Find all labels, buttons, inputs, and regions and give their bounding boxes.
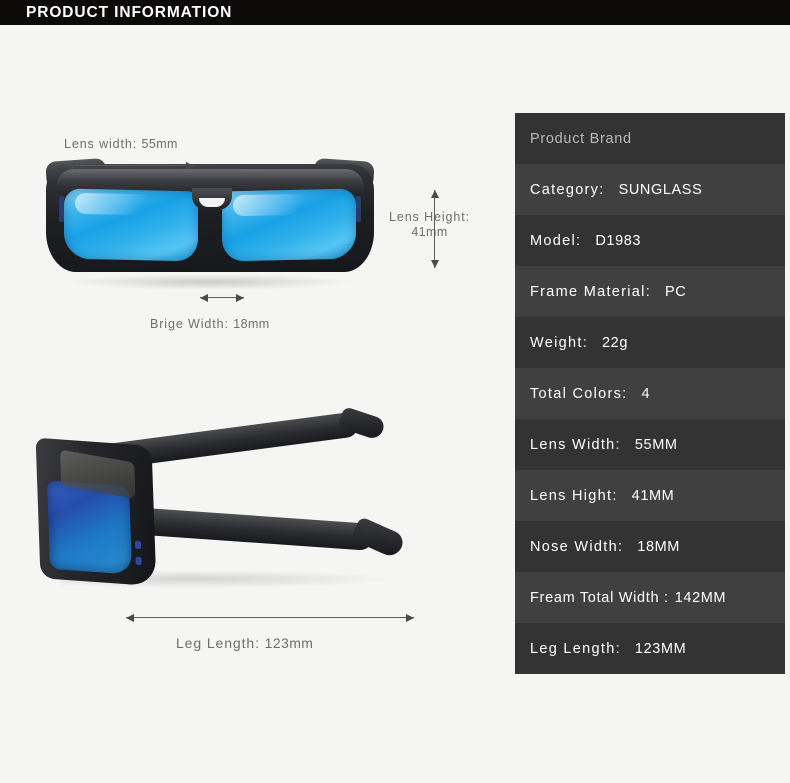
spec-key: Leg Length: bbox=[530, 640, 621, 657]
side-frame-front bbox=[35, 437, 157, 587]
table-row: Lens Width: 55MM bbox=[515, 419, 785, 470]
spec-key: Category: bbox=[530, 181, 605, 198]
table-row: Lens Hight: 41MM bbox=[515, 470, 785, 521]
front-view-shadow bbox=[64, 274, 354, 290]
page-title: PRODUCT INFORMATION bbox=[26, 4, 233, 21]
specification-table: Product Brand Category: SUNGLASS Model: … bbox=[515, 113, 785, 674]
lens-right bbox=[222, 188, 356, 262]
spec-value: D1983 bbox=[595, 232, 642, 249]
product-illustration-column: Lens width: 55mm Lens Height: 41mm Brige… bbox=[0, 25, 500, 783]
hinge-left-icon bbox=[59, 196, 64, 222]
lens-height-arrow-icon bbox=[430, 190, 439, 268]
lens-right-glint bbox=[232, 193, 338, 217]
bridge-width-annotation: Brige Width: 18mm bbox=[150, 317, 270, 331]
hinge-right-icon bbox=[356, 196, 361, 222]
spec-key: Total Colors: bbox=[530, 385, 628, 402]
spec-value: 41MM bbox=[631, 487, 675, 504]
spec-value: SUNGLASS bbox=[618, 181, 703, 198]
lens-width-arrow-icon bbox=[68, 161, 194, 170]
front-frame bbox=[46, 164, 374, 272]
lens-width-annotation-label: Lens width: bbox=[64, 137, 138, 151]
bridge-width-annotation-value: 18mm bbox=[233, 317, 270, 331]
spec-key: Fream Total Width : bbox=[530, 589, 669, 606]
spec-value: 18MM bbox=[637, 538, 680, 555]
nose-bridge bbox=[192, 188, 232, 210]
table-row: Model: D1983 bbox=[515, 215, 785, 266]
lens-width-annotation-value: 55mm bbox=[141, 137, 178, 151]
sunglasses-side-view-image bbox=[30, 411, 430, 590]
spec-value: 123MM bbox=[634, 640, 687, 657]
spec-key: Lens Width: bbox=[530, 436, 621, 453]
spec-key: Frame Material: bbox=[530, 283, 652, 300]
lens-height-annotation-value: 41mm bbox=[411, 225, 448, 239]
spec-key: Lens Hight: bbox=[530, 487, 618, 504]
product-information-page: PRODUCT INFORMATION Lens width: 55mm Len… bbox=[0, 0, 790, 783]
lens-left-glint bbox=[74, 193, 180, 217]
spec-key: Nose Width: bbox=[530, 538, 624, 555]
table-row: Weight: 22g bbox=[515, 317, 785, 368]
table-row: Product Brand bbox=[515, 113, 785, 164]
leg-length-arrow-icon bbox=[126, 613, 414, 622]
spec-value: 142MM bbox=[674, 589, 727, 606]
spec-key: Model: bbox=[530, 232, 582, 249]
spec-value: 22g bbox=[602, 334, 628, 351]
lens-height-annotation: Lens Height: 41mm bbox=[389, 210, 470, 240]
table-row: Fream Total Width : 142MM bbox=[515, 572, 785, 623]
table-row: Frame Material: PC bbox=[515, 266, 785, 317]
table-row: Category: SUNGLASS bbox=[515, 164, 785, 215]
spec-value: PC bbox=[665, 283, 687, 300]
lens-left bbox=[64, 188, 198, 262]
table-row: Nose Width: 18MM bbox=[515, 521, 785, 572]
lens-height-annotation-label: Lens Height: bbox=[389, 210, 470, 224]
sunglasses-front-view-image bbox=[40, 155, 380, 290]
table-row: Total Colors: 4 bbox=[515, 368, 785, 419]
header-bar: PRODUCT INFORMATION bbox=[0, 0, 790, 25]
spec-key: Product Brand bbox=[530, 130, 632, 147]
side-hinge-icon-bottom bbox=[135, 556, 142, 566]
leg-length-annotation: Leg Length: 123mm bbox=[176, 635, 313, 651]
spec-key: Weight: bbox=[530, 334, 588, 351]
leg-length-annotation-label: Leg Length: bbox=[176, 635, 260, 651]
leg-length-annotation-value: 123mm bbox=[264, 635, 314, 651]
bridge-width-annotation-label: Brige Width: bbox=[150, 317, 229, 331]
bridge-width-arrow-icon bbox=[200, 293, 244, 302]
spec-value: 55MM bbox=[634, 436, 678, 453]
lens-width-annotation: Lens width: 55mm bbox=[64, 137, 178, 151]
side-hinge-icon-top bbox=[134, 540, 142, 550]
spec-value: 4 bbox=[641, 385, 651, 402]
table-row: Leg Length: 123MM bbox=[515, 623, 785, 674]
